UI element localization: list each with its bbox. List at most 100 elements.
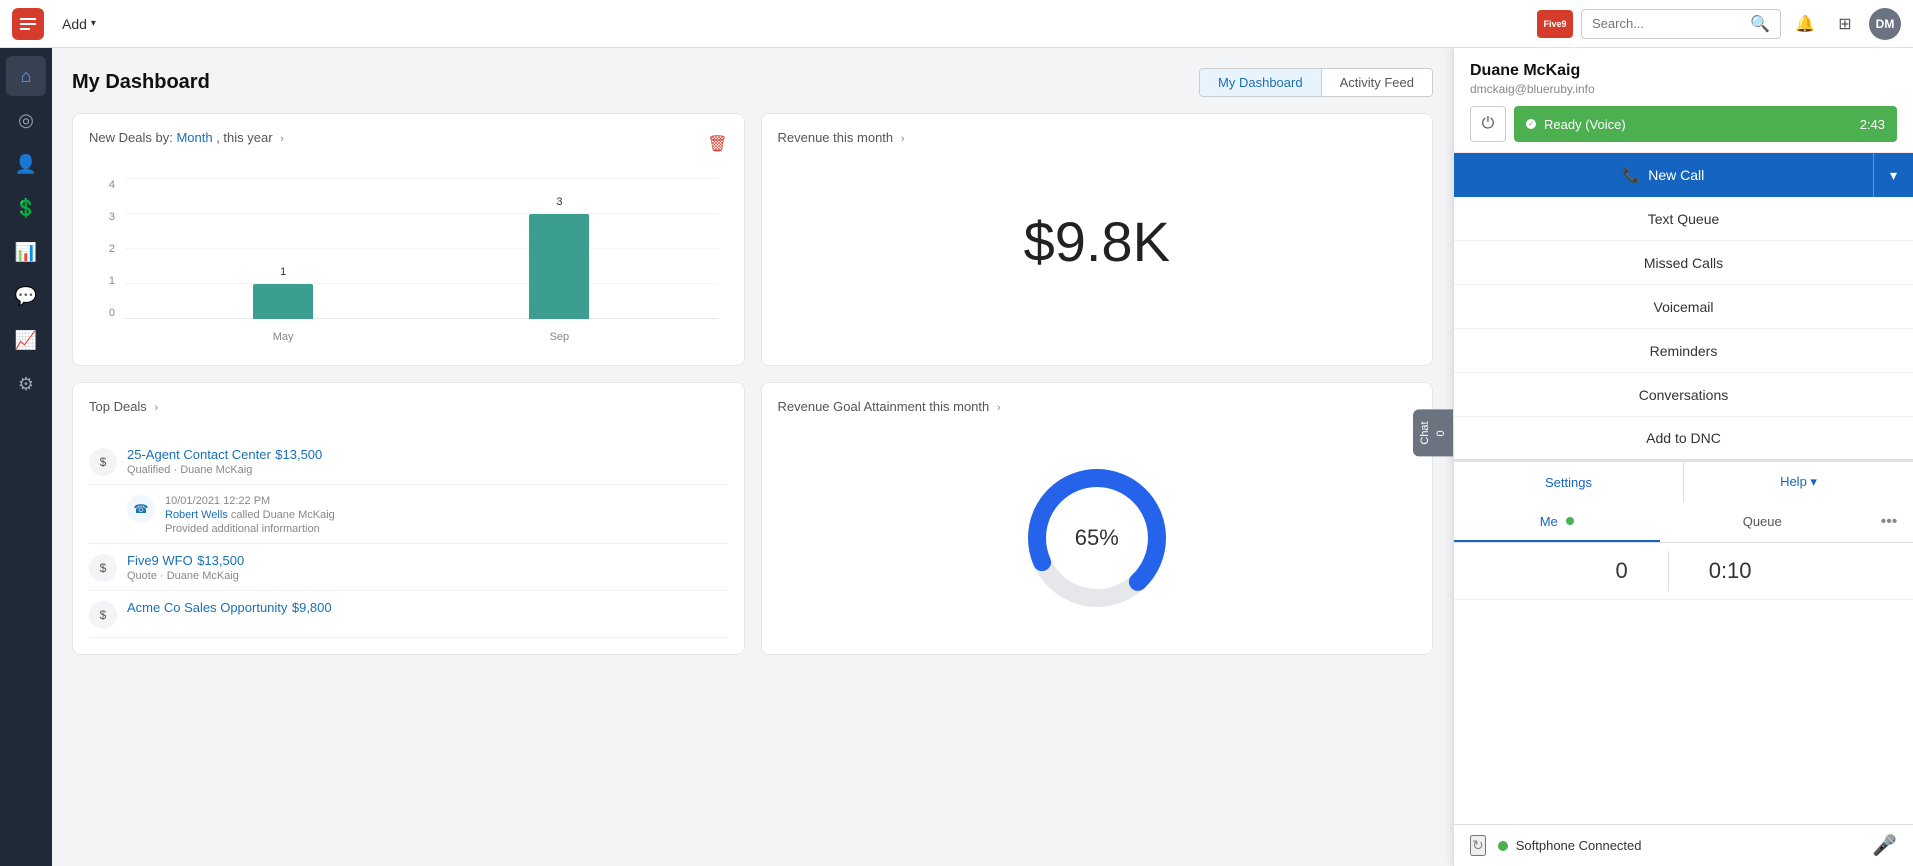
new-deals-title-highlight[interactable]: Month: [176, 130, 212, 145]
chat-sidebar-label: Chat: [1419, 421, 1431, 444]
x-label-may: May: [145, 331, 421, 343]
new-deals-chart: 0 1 2 3 4 1: [89, 169, 728, 349]
apps-grid-button[interactable]: ⊞: [1829, 8, 1861, 40]
revenue-goal-arrow-icon[interactable]: ›: [997, 402, 1001, 414]
softphone-bar: ↻ Softphone Connected 🎤: [1454, 824, 1913, 866]
x-label-sep: Sep: [421, 331, 697, 343]
tab-queue-label: Queue: [1743, 514, 1782, 529]
phone-panel: Duane McKaig dmckaig@blueruby.info ⏻ Rea…: [1453, 48, 1913, 866]
deal-sub-1: Qualified · Duane McKaig: [127, 464, 728, 476]
app-logo[interactable]: [12, 8, 44, 40]
chart-bar-may: 1: [145, 179, 421, 319]
conversations-label: Conversations: [1639, 387, 1729, 403]
user-avatar[interactable]: DM: [1869, 8, 1901, 40]
sidebar-item-contacts[interactable]: 👤: [6, 144, 46, 184]
new-deals-title-suffix: , this year: [216, 130, 272, 145]
missed-calls-label: Missed Calls: [1644, 255, 1723, 271]
search-input[interactable]: [1592, 16, 1750, 31]
menu-reminders[interactable]: Reminders: [1454, 329, 1913, 373]
add-button[interactable]: Add ▾: [52, 12, 106, 36]
ready-status-bar: Ready (Voice) 2:43: [1514, 106, 1897, 142]
menu-text-queue[interactable]: Text Queue: [1454, 197, 1913, 241]
add-to-dnc-label: Add to DNC: [1646, 430, 1721, 446]
new-call-button[interactable]: 📞 New Call: [1454, 153, 1873, 197]
notification-bell-button[interactable]: 🔔: [1789, 8, 1821, 40]
menu-conversations[interactable]: Conversations: [1454, 373, 1913, 417]
queue-stat-waiting: 0: [1615, 558, 1627, 584]
top-deals-header: Top Deals ›: [89, 399, 728, 426]
deal-info-1b: 10/01/2021 12:22 PM Robert Wells called …: [165, 493, 728, 535]
sidebar-item-home[interactable]: ⌂: [6, 56, 46, 96]
tab-my-dashboard[interactable]: My Dashboard: [1200, 69, 1322, 96]
page-header: My Dashboard My Dashboard Activity Feed: [72, 68, 1433, 97]
tab-me-label: Me: [1540, 514, 1558, 529]
sidebar-item-chat[interactable]: 💬: [6, 276, 46, 316]
microphone-icon[interactable]: 🎤: [1872, 833, 1897, 858]
queue-stats-divider: [1668, 551, 1669, 591]
deal-item-1b: ☎ 10/01/2021 12:22 PM Robert Wells calle…: [89, 485, 728, 544]
softphone-refresh-button[interactable]: ↻: [1470, 835, 1486, 856]
menu-add-to-dnc[interactable]: Add to DNC: [1454, 417, 1913, 461]
queue-stat-time: 0:10: [1709, 558, 1752, 584]
top-deals-title: Top Deals ›: [89, 399, 158, 414]
help-button[interactable]: Help ▾: [1683, 462, 1913, 502]
menu-missed-calls[interactable]: Missed Calls: [1454, 241, 1913, 285]
phone-tabs: Me Queue •••: [1454, 502, 1913, 543]
main-content: My Dashboard My Dashboard Activity Feed …: [52, 48, 1453, 866]
phone-icon: 📞: [1623, 167, 1640, 184]
donut-label: 65%: [1075, 525, 1119, 551]
new-deals-card: New Deals by: Month , this year › 🗑 0 1 …: [72, 113, 745, 366]
deal-name-2[interactable]: Five9 WFO $13,500: [127, 552, 728, 570]
sidebar-item-reports[interactable]: 📊: [6, 232, 46, 272]
top-navigation: Add ▾ Five9 🔍 🔔 ⊞ DM: [0, 0, 1913, 48]
settings-button[interactable]: Settings: [1454, 462, 1683, 502]
deal-log-person-name[interactable]: Robert Wells: [165, 509, 228, 521]
donut-chart: 65%: [1017, 458, 1177, 618]
top-deals-arrow-icon[interactable]: ›: [154, 402, 158, 414]
add-chevron-icon: ▾: [91, 18, 96, 29]
left-sidebar: ⌂ ◎ 👤 💲 📊 💬 📈 ⚙: [0, 48, 52, 866]
bar-sep: [529, 214, 589, 319]
revenue-header: Revenue this month ›: [778, 130, 1417, 157]
sidebar-item-settings[interactable]: ⚙: [6, 364, 46, 404]
delete-card-icon[interactable]: 🗑: [707, 134, 727, 154]
deal-name-3[interactable]: Acme Co Sales Opportunity $9,800: [127, 599, 728, 617]
deal-log-1: 10/01/2021 12:22 PM: [165, 495, 728, 507]
menu-voicemail[interactable]: Voicemail: [1454, 285, 1913, 329]
sidebar-item-analytics[interactable]: 📈: [6, 320, 46, 360]
bar-may-value: 1: [280, 266, 286, 278]
revenue-title: Revenue this month ›: [778, 130, 905, 145]
phone-user-email: dmckaig@blueruby.info: [1470, 82, 1897, 96]
deal-log-action: called Duane McKaig: [231, 509, 335, 521]
deal-info-1: 25-Agent Contact Center $13,500 Qualifie…: [127, 446, 728, 476]
revenue-card: Revenue this month › $9.8K: [761, 113, 1434, 366]
ready-status-dot: [1526, 119, 1536, 129]
new-deals-arrow-icon[interactable]: ›: [280, 133, 284, 145]
new-call-dropdown-button[interactable]: ▾: [1873, 153, 1913, 197]
page-title: My Dashboard: [72, 71, 210, 94]
softphone-status-label: Softphone Connected: [1516, 838, 1864, 853]
chart-bars-container: 1 3: [125, 179, 718, 319]
power-button[interactable]: ⏻: [1470, 106, 1506, 142]
deal-log-note: Provided additional informartion: [165, 523, 728, 535]
sidebar-item-activity[interactable]: ◎: [6, 100, 46, 140]
sidebar-item-deals[interactable]: 💲: [6, 188, 46, 228]
chart-x-axis: May Sep: [125, 331, 718, 343]
five9-badge[interactable]: Five9: [1537, 10, 1573, 38]
ready-status-label: Ready (Voice): [1544, 117, 1852, 132]
search-container[interactable]: 🔍: [1581, 9, 1781, 39]
tab-queue[interactable]: Queue: [1660, 502, 1866, 542]
revenue-title-text: Revenue: [778, 130, 830, 145]
deal-name-1[interactable]: 25-Agent Contact Center $13,500: [127, 446, 728, 464]
chat-sidebar-toggle[interactable]: 0 Chat: [1413, 409, 1453, 456]
tab-activity-feed[interactable]: Activity Feed: [1322, 69, 1432, 96]
revenue-goal-title-suffix: this month: [929, 399, 989, 414]
tab-me[interactable]: Me: [1454, 502, 1660, 542]
tab-more-button[interactable]: •••: [1865, 502, 1913, 542]
bar-may: [253, 284, 313, 319]
chart-bar-sep: 3: [421, 179, 697, 319]
deal-item-2: $ Five9 WFO $13,500 Quote · Duane McKaig: [89, 544, 728, 591]
revenue-arrow-icon[interactable]: ›: [901, 133, 905, 145]
revenue-goal-header: Revenue Goal Attainment this month ›: [778, 399, 1417, 426]
bar-sep-value: 3: [556, 196, 562, 208]
